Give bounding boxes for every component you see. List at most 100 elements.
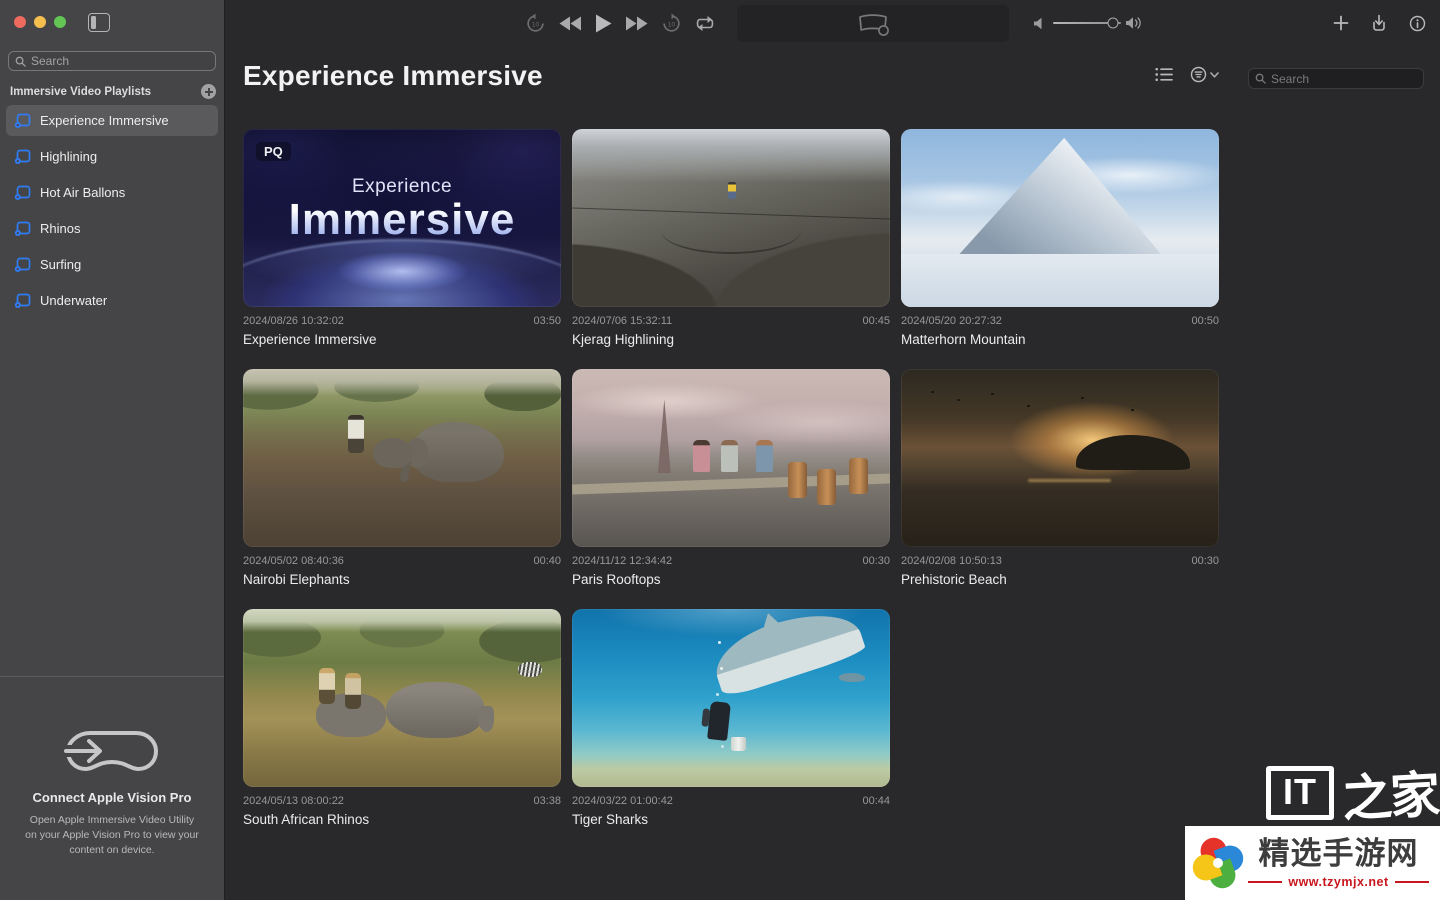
video-grid: PQ Experience Immersive 2024/08/26 10:32… <box>243 129 1219 849</box>
add-playlist-button[interactable] <box>201 84 216 99</box>
playlists-section-title: Immersive Video Playlists <box>10 86 151 98</box>
connect-title: Connect Apple Vision Pro <box>0 790 224 805</box>
video-duration: 00:45 <box>862 315 890 327</box>
chevron-down-icon <box>1210 72 1219 78</box>
filter-icon <box>1190 66 1207 83</box>
video-title: South African Rhinos <box>243 812 561 827</box>
video-title: Experience Immersive <box>243 332 561 347</box>
watermark: IT 之家 精选手游网 www.tzymjx.net <box>1185 759 1440 900</box>
playlist-icon <box>14 185 31 201</box>
import-icon[interactable] <box>1370 14 1388 32</box>
sidebar-item-surfing[interactable]: Surfing <box>6 249 218 280</box>
video-card-experience-immersive[interactable]: PQ Experience Immersive 2024/08/26 10:32… <box>243 129 561 369</box>
video-title: Nairobi Elephants <box>243 572 561 587</box>
divider <box>1395 881 1429 883</box>
video-card-matterhorn-mountain[interactable]: 2024/05/20 20:27:3200:50 Matterhorn Moun… <box>901 129 1219 369</box>
now-playing-display <box>737 5 1009 42</box>
sidebar-search-input[interactable] <box>31 54 209 68</box>
filter-sort-button[interactable] <box>1190 66 1219 83</box>
info-icon[interactable] <box>1409 15 1426 32</box>
connect-vision-pro-panel: Connect Apple Vision Pro Open Apple Imme… <box>0 726 224 859</box>
video-card-prehistoric-beach[interactable]: 2024/02/08 10:50:1300:30 Prehistoric Bea… <box>901 369 1219 609</box>
page-title: Experience Immersive <box>243 60 543 92</box>
pq-badge: PQ <box>256 142 291 161</box>
search-icon <box>1255 73 1266 84</box>
window-controls <box>14 16 66 28</box>
volume-min-icon[interactable] <box>1033 17 1045 30</box>
video-thumbnail[interactable] <box>243 609 561 787</box>
skip-back-10-button[interactable]: 10 <box>525 13 546 34</box>
sidebar-item-highlining[interactable]: Highlining <box>6 141 218 172</box>
playlist-label: Hot Air Ballons <box>40 185 125 200</box>
volume-slider[interactable] <box>1053 22 1121 24</box>
video-duration: 00:44 <box>862 795 890 807</box>
video-duration: 00:40 <box>533 555 561 567</box>
play-button[interactable] <box>595 14 612 33</box>
video-card-kjerag-highlining[interactable]: 2024/07/06 15:32:11 00:45 Kjerag Highlini… <box>572 129 890 369</box>
video-title: Paris Rooftops <box>572 572 890 587</box>
skip-forward-10-button[interactable]: 10 <box>661 13 682 34</box>
svg-text:10: 10 <box>668 21 676 28</box>
video-card-tiger-sharks[interactable]: 2024/03/22 01:00:4200:44 Tiger Sharks <box>572 609 890 849</box>
playlist-label: Highlining <box>40 149 97 164</box>
video-card-nairobi-elephants[interactable]: 2024/05/02 08:40:36 00:40 Nairobi Elephan… <box>243 369 561 609</box>
video-duration: 00:30 <box>1191 555 1219 567</box>
playlist-icon <box>14 257 31 273</box>
sidebar: Immersive Video Playlists Experience Imm… <box>0 0 225 900</box>
search-icon <box>15 56 26 67</box>
playlist-label: Experience Immersive <box>40 113 169 128</box>
fast-forward-button[interactable] <box>625 16 648 31</box>
video-thumbnail[interactable] <box>901 369 1219 547</box>
playlist-icon <box>14 293 31 309</box>
ithome-logo-box: IT <box>1266 766 1334 820</box>
sidebar-search-field[interactable] <box>8 51 216 71</box>
video-card-paris-rooftops[interactable]: 2024/11/12 12:34:4200:30 Paris Rooftops <box>572 369 890 609</box>
sidebar-item-experience-immersive[interactable]: Experience Immersive <box>6 105 218 136</box>
add-icon[interactable] <box>1333 15 1349 31</box>
video-thumbnail[interactable] <box>572 609 890 787</box>
playlist-list: Experience Immersive Highlining Hot Air … <box>6 105 218 321</box>
volume-slider-knob[interactable] <box>1107 18 1118 29</box>
video-date: 2024/07/06 15:32:11 <box>572 315 672 327</box>
sidebar-item-underwater[interactable]: Underwater <box>6 285 218 316</box>
video-thumbnail[interactable] <box>572 369 890 547</box>
ithome-logo-suffix: 之家 <box>1340 754 1440 831</box>
video-card-south-african-rhinos[interactable]: 2024/05/13 08:00:2203:38 South African R… <box>243 609 561 849</box>
volume-controls <box>1033 0 1142 46</box>
site-name: 精选手游网 <box>1245 837 1432 871</box>
video-date: 2024/05/02 08:40:36 <box>243 555 344 567</box>
divider <box>1248 881 1282 883</box>
video-title: Matterhorn Mountain <box>901 332 1219 347</box>
sidebar-item-hot-air-ballons[interactable]: Hot Air Ballons <box>6 177 218 208</box>
toggle-sidebar-icon[interactable] <box>88 13 110 32</box>
pinwheel-logo-icon <box>1191 834 1245 892</box>
sidebar-item-rhinos[interactable]: Rhinos <box>6 213 218 244</box>
volume-max-icon[interactable] <box>1125 16 1142 30</box>
thumbnail-overlay-text: Immersive <box>243 195 561 245</box>
toolbar-right-actions <box>1333 0 1426 46</box>
video-title: Kjerag Highlining <box>572 332 890 347</box>
zoom-window-button[interactable] <box>54 16 66 28</box>
vision-pro-goggles-icon <box>64 726 160 776</box>
video-duration: 00:50 <box>1191 315 1219 327</box>
video-thumbnail[interactable]: PQ Experience Immersive <box>243 129 561 307</box>
video-thumbnail[interactable] <box>572 129 890 307</box>
video-date: 2024/08/26 10:32:02 <box>243 315 344 327</box>
video-thumbnail[interactable] <box>243 369 561 547</box>
rewind-button[interactable] <box>559 16 582 31</box>
close-window-button[interactable] <box>14 16 26 28</box>
playlist-label: Underwater <box>40 293 107 308</box>
ithome-logo: IT 之家 <box>1185 759 1440 826</box>
list-view-icon[interactable] <box>1155 67 1173 82</box>
site-url: www.tzymjx.net <box>1288 875 1388 889</box>
playlist-icon <box>14 221 31 237</box>
library-search-input[interactable] <box>1271 72 1417 86</box>
video-duration: 03:50 <box>533 315 561 327</box>
repeat-button[interactable] <box>695 15 715 32</box>
video-thumbnail[interactable] <box>901 129 1219 307</box>
minimize-window-button[interactable] <box>34 16 46 28</box>
video-title: Prehistoric Beach <box>901 572 1219 587</box>
svg-text:10: 10 <box>532 21 540 28</box>
sidebar-divider <box>0 676 224 677</box>
library-search-field[interactable] <box>1248 68 1424 89</box>
